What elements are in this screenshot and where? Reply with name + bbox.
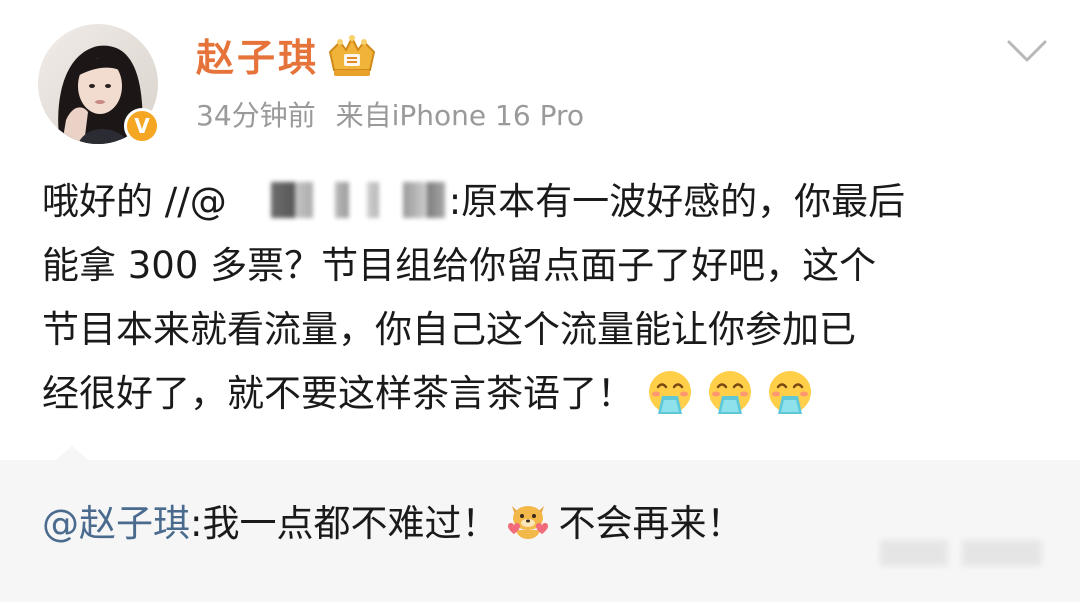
vomit-emoji-icon: [649, 371, 691, 414]
reply-mention[interactable]: @赵子琪: [42, 502, 190, 545]
post-meta: 34分钟前 来自iPhone 16 Pro: [196, 96, 604, 136]
post-source[interactable]: 来自iPhone 16 Pro: [336, 99, 584, 132]
watermark-blur: [880, 540, 948, 566]
blurred-username: [226, 182, 449, 218]
reply-text-after: 不会再来！: [558, 502, 744, 545]
avatar[interactable]: V: [38, 24, 160, 144]
chevron-down-icon[interactable]: [1006, 38, 1048, 64]
weibo-post: V 赵子琪 34分钟前 来自iPhone 16 Pro 哦好的 //@ :原本有一波…: [0, 0, 1080, 602]
content-line-2: 能拿 300 多票？节目组给你留点面子了好吧，这个: [42, 244, 877, 287]
reply-notch: [56, 446, 88, 460]
content-line-1-prefix: 哦好的 //@: [42, 180, 227, 223]
content-line-4: 经很好了，就不要这样茶言茶语了！: [42, 362, 1042, 426]
content-line-3: 节目本来就看流量，你自己这个流量能让你参加已: [42, 308, 856, 351]
post-content: 哦好的 //@ :原本有一波好感的，你最后 能拿 300 多票？节目组给你留点面子…: [42, 170, 1042, 426]
content-line-1-suffix: :原本有一波好感的，你最后: [448, 180, 906, 223]
post-time: 34分钟前: [196, 99, 316, 132]
dog-sticker-icon: [508, 506, 549, 539]
content-line-1: 哦好的 //@ :原本有一波好感的，你最后: [42, 170, 1042, 234]
reply-text-before: :我一点都不难过！: [190, 502, 499, 545]
author-name[interactable]: 赵子琪: [196, 34, 319, 82]
vip-crown-icon[interactable]: [326, 34, 378, 80]
vomit-emoji-icon: [709, 371, 751, 414]
reply-text: @赵子琪:我一点都不难过！ 不会再来！: [42, 496, 743, 550]
content-line-4-text: 经很好了，就不要这样茶言茶语了！: [42, 372, 634, 415]
vomit-emoji-icon: [769, 371, 811, 414]
verified-badge: V: [124, 108, 160, 144]
watermark-blur: [962, 540, 1042, 566]
